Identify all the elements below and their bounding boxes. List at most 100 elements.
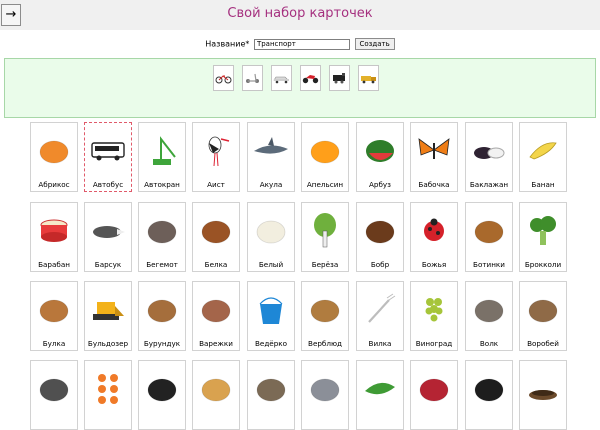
card[interactable]: Брокколи [519, 202, 567, 272]
card[interactable]: Булка [30, 281, 78, 351]
card[interactable]: Барабан [30, 202, 78, 272]
name-form: Название* Создать [0, 38, 600, 50]
card[interactable]: Барсук [84, 202, 132, 272]
card[interactable]: Автобус [84, 122, 132, 192]
card-label: Бульдозер [87, 339, 129, 348]
card-label: Арбуз [369, 180, 391, 189]
raven-icon [147, 378, 177, 402]
card[interactable]: Белка [192, 202, 240, 272]
birch-icon [314, 213, 336, 248]
card[interactable] [356, 360, 404, 430]
selected-card[interactable] [213, 65, 234, 91]
card[interactable]: Верблюд [301, 281, 349, 351]
card[interactable] [519, 360, 567, 430]
card[interactable]: Варежки [192, 281, 240, 351]
card-label: Вилка [368, 339, 392, 348]
card[interactable] [410, 360, 458, 430]
card[interactable]: Волк [465, 281, 513, 351]
card[interactable]: Ведёрко [247, 281, 295, 351]
scooter-icon [246, 73, 259, 83]
cheetah-icon [201, 378, 231, 402]
fork-icon [368, 293, 396, 323]
card-label: Брокколи [524, 260, 562, 269]
card[interactable]: Воробей [519, 281, 567, 351]
shark-icon [254, 137, 288, 154]
bowl-icon [529, 390, 557, 400]
bucket-icon [259, 297, 283, 324]
butterfly-icon [418, 138, 450, 159]
ladybug-icon [424, 218, 444, 241]
card[interactable] [84, 360, 132, 430]
selected-card[interactable] [329, 65, 350, 91]
card-label: Барсук [94, 260, 122, 269]
card-label: Ботинки [473, 260, 505, 269]
bus-icon [91, 142, 125, 161]
card[interactable]: Бабочка [410, 122, 458, 192]
card[interactable]: Виноград [410, 281, 458, 351]
card[interactable]: Бобр [356, 202, 404, 272]
card[interactable] [30, 360, 78, 430]
card-label: Божья [421, 260, 447, 269]
card-label: Верблюд [308, 339, 342, 348]
bicycle-icon [215, 75, 232, 84]
wolf-icon [474, 299, 504, 323]
selected-cards-panel [4, 58, 596, 118]
truck-icon [361, 76, 376, 84]
card-label: Аист [207, 180, 225, 189]
card[interactable] [301, 360, 349, 430]
card[interactable]: Белый [247, 202, 295, 272]
card[interactable]: Бурундук [138, 281, 186, 351]
selected-card[interactable] [358, 65, 379, 91]
motorcycle-icon [302, 75, 319, 84]
selected-card[interactable] [271, 65, 292, 91]
card[interactable] [247, 360, 295, 430]
sparrow-icon [528, 299, 558, 323]
card-label: Виноград [415, 339, 453, 348]
chipmunk-icon [147, 299, 177, 323]
card[interactable] [138, 360, 186, 430]
card[interactable]: Арбуз [356, 122, 404, 192]
card[interactable]: Акула [247, 122, 295, 192]
mittens-icon [201, 299, 231, 323]
card-label: Белка [204, 260, 228, 269]
selected-card[interactable] [242, 65, 263, 91]
card-label: Булка [42, 339, 66, 348]
card[interactable]: Банан [519, 122, 567, 192]
page-title: Свой набор карточек [227, 6, 373, 21]
card[interactable]: Бегемот [138, 202, 186, 272]
selected-card[interactable] [300, 65, 321, 91]
stork-icon [208, 136, 230, 167]
card[interactable]: Ботинки [465, 202, 513, 272]
card-label: Волк [479, 339, 499, 348]
card-label: Бегемот [146, 260, 178, 269]
card[interactable] [192, 360, 240, 430]
card-label: Воробей [527, 339, 559, 348]
bulldozer-icon [93, 302, 124, 320]
card-label: Барабан [38, 260, 70, 269]
card[interactable]: Берёза [301, 202, 349, 272]
card[interactable]: Аист [192, 122, 240, 192]
drum-icon [40, 219, 68, 242]
card[interactable]: Бульдозер [84, 281, 132, 351]
card[interactable]: Вилка [356, 281, 404, 351]
rook-icon [474, 378, 504, 402]
car-icon [273, 76, 289, 84]
camel-icon [310, 299, 340, 323]
card-label: Апельсин [306, 180, 344, 189]
card[interactable]: Баклажан [465, 122, 513, 192]
card-label: Автокран [144, 180, 180, 189]
card[interactable]: Божья [410, 202, 458, 272]
polar-bear-icon [256, 220, 286, 244]
card-label: Варежки [199, 339, 233, 348]
orange-dots-icon [98, 374, 118, 404]
card[interactable]: Автокран [138, 122, 186, 192]
card[interactable]: Абрикос [30, 122, 78, 192]
card[interactable]: Апельсин [301, 122, 349, 192]
card-label: Берёза [311, 260, 339, 269]
hippo-icon [147, 220, 177, 244]
card-label: Автобус [92, 180, 124, 189]
create-button[interactable]: Создать [354, 38, 395, 50]
card[interactable] [465, 360, 513, 430]
badger-icon [93, 226, 125, 238]
name-input[interactable] [253, 38, 350, 50]
